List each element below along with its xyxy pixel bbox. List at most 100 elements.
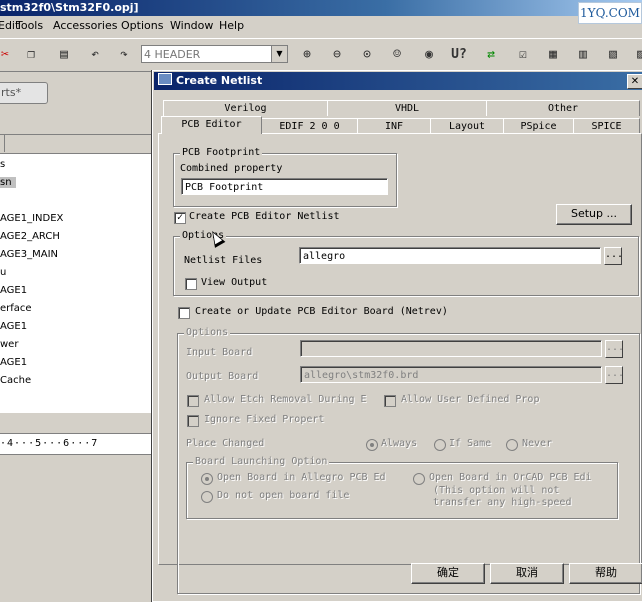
help-query-icon[interactable]: U?: [448, 44, 470, 66]
tab-verilog[interactable]: Verilog: [163, 100, 328, 116]
combined-property-input[interactable]: PCB Footprint: [181, 178, 388, 195]
eye-icon[interactable]: ◉: [418, 44, 440, 66]
close-icon[interactable]: ✕: [627, 74, 642, 89]
tree-header: [0, 135, 152, 154]
bom-icon[interactable]: ▦: [542, 44, 564, 66]
tree-item[interactable]: AGE1: [0, 357, 27, 368]
project-tab[interactable]: rts*: [0, 82, 48, 104]
do-not-open-radio[interactable]: [201, 491, 213, 503]
board-launching-title: Board Launching Option: [193, 456, 330, 467]
netlist-files-label: Netlist Files: [184, 255, 263, 266]
tab-other[interactable]: Other: [486, 100, 640, 116]
zoom-out-icon[interactable]: ⊖: [326, 44, 348, 66]
open-orcad-radio[interactable]: [413, 473, 425, 485]
chevron-down-icon[interactable]: ▼: [271, 46, 287, 62]
place-changed-label: Place Changed: [186, 438, 265, 449]
netlist-icon[interactable]: ⇄: [480, 44, 502, 66]
dialog-title-bar: Create Netlist ✕: [154, 72, 642, 90]
help-button[interactable]: 帮助: [569, 563, 642, 584]
menu-window[interactable]: Window: [170, 19, 213, 32]
place-if-same-radio[interactable]: [434, 439, 446, 451]
drc-icon[interactable]: ☑: [512, 44, 534, 66]
app-title-bar: stm32f0\Stm32F0.opj]: [0, 0, 642, 16]
open-orcad-label: Open Board in OrCAD PCB Edi: [429, 472, 592, 483]
allow-etch-checkbox[interactable]: [187, 395, 199, 407]
cross-ref-icon[interactable]: ▥: [572, 44, 594, 66]
output-board-input[interactable]: allegro\stm32f0.brd: [300, 366, 602, 383]
app-title: stm32f0\Stm32F0.opj]: [0, 1, 139, 14]
project-tree-panel: s sn AGE1_INDEX AGE2_ARCH AGE3_MAIN u AG…: [0, 134, 152, 413]
update-board-checkbox[interactable]: [178, 307, 190, 319]
do-not-open-label: Do not open board file: [217, 490, 350, 501]
tree-item[interactable]: Cache: [0, 375, 31, 386]
output-board-browse-button[interactable]: ...: [605, 366, 624, 384]
ignore-fixed-label: Ignore Fixed Propert: [204, 414, 325, 425]
menu-tools[interactable]: Tools: [16, 19, 43, 32]
allow-etch-label: Allow Etch Removal During E: [204, 394, 367, 405]
tree-item[interactable]: AGE2_ARCH: [0, 231, 60, 242]
output-board-label: Output Board: [186, 371, 259, 382]
tab-pcb-editor[interactable]: PCB Editor: [161, 116, 262, 134]
place-always-label: Always: [381, 438, 418, 449]
tree-item[interactable]: u: [0, 267, 6, 278]
tree-item[interactable]: AGE1_INDEX: [0, 213, 63, 224]
place-if-same-label: If Same: [449, 438, 492, 449]
tab-pspice[interactable]: PSpice: [503, 118, 574, 134]
tab-inf[interactable]: INF: [357, 118, 431, 134]
tree-item[interactable]: erface: [0, 303, 32, 314]
tree-item-selected[interactable]: sn: [0, 177, 16, 188]
ignore-fixed-checkbox[interactable]: [187, 415, 199, 427]
zoom-area-icon[interactable]: ⊙: [356, 44, 378, 66]
ok-button[interactable]: 确定: [411, 563, 485, 584]
pcb-footprint-group: PCB Footprint Combined property PCB Foot…: [173, 147, 397, 207]
place-always-radio[interactable]: [366, 439, 378, 451]
tab-edif[interactable]: EDIF 2 0 0: [261, 118, 358, 134]
create-netlist-checkbox[interactable]: ✓: [174, 212, 186, 224]
netlist-files-browse-button[interactable]: ...: [604, 247, 623, 265]
part-combo[interactable]: 4 HEADER ▼: [141, 45, 288, 63]
annotate-icon[interactable]: ▧: [602, 44, 624, 66]
allow-user-prop-checkbox[interactable]: [384, 395, 396, 407]
zoom-in-icon[interactable]: ⊕: [296, 44, 318, 66]
tree-item[interactable]: s: [0, 159, 5, 170]
tab-spice[interactable]: SPICE: [573, 118, 640, 134]
tab-vhdl[interactable]: VHDL: [327, 100, 487, 116]
pcb-footprint-group-title: PCB Footprint: [180, 147, 263, 158]
netlist-files-input[interactable]: allegro: [299, 247, 601, 264]
combined-property-label: Combined property: [180, 163, 283, 174]
more-tools-icon[interactable]: ▨: [630, 44, 642, 66]
undo-icon[interactable]: ↶: [84, 44, 106, 66]
place-never-label: Never: [522, 438, 553, 449]
tree-item[interactable]: AGE3_MAIN: [0, 249, 58, 260]
zoom-all-icon[interactable]: ☺: [386, 44, 408, 66]
input-board-input[interactable]: [300, 340, 602, 357]
tree-item[interactable]: AGE1: [0, 321, 27, 332]
tree-item[interactable]: wer: [0, 339, 18, 350]
watermark-logo: 1YQ.COM: [578, 2, 642, 24]
view-output-label: View Output: [201, 277, 268, 288]
setup-button[interactable]: Setup ...: [556, 204, 632, 225]
menu-options[interactable]: Options: [121, 19, 163, 32]
redo-icon[interactable]: ↷: [113, 44, 135, 66]
tab-layout[interactable]: Layout: [430, 118, 504, 134]
ruler: ·4···5···6···7: [0, 433, 152, 455]
copy-icon[interactable]: ❐: [20, 44, 42, 66]
paste-icon[interactable]: ▤: [53, 44, 75, 66]
board-options-title: Options: [184, 327, 231, 338]
view-output-checkbox[interactable]: [185, 278, 197, 290]
create-netlist-label: Create PCB Editor Netlist: [189, 211, 340, 222]
cancel-button[interactable]: 取消: [490, 563, 564, 584]
toolbar: ✂ ❐ ▤ ↶ ↷ 4 HEADER ▼ ⊕ ⊖ ⊙ ☺ ◉ U? ⇄ ☑ ▦ …: [0, 38, 642, 72]
menu-accessories[interactable]: Accessories: [53, 19, 117, 32]
input-board-browse-button[interactable]: ...: [605, 340, 624, 358]
tree-item[interactable]: AGE1: [0, 285, 27, 296]
cut-icon[interactable]: ✂: [0, 44, 16, 66]
menu-help[interactable]: Help: [219, 19, 244, 32]
netlist-options-group: Options Netlist Files allegro ... View O…: [173, 230, 639, 296]
orcad-note-line2: transfer any high-speed: [433, 497, 572, 508]
board-options-group: Options Input Board ... Output Board all…: [177, 327, 640, 594]
create-netlist-dialog: Create Netlist ✕ Verilog VHDL Other PCB …: [152, 70, 642, 602]
place-never-radio[interactable]: [506, 439, 518, 451]
open-allegro-label: Open Board in Allegro PCB Ed: [217, 472, 386, 483]
open-allegro-radio[interactable]: [201, 473, 213, 485]
